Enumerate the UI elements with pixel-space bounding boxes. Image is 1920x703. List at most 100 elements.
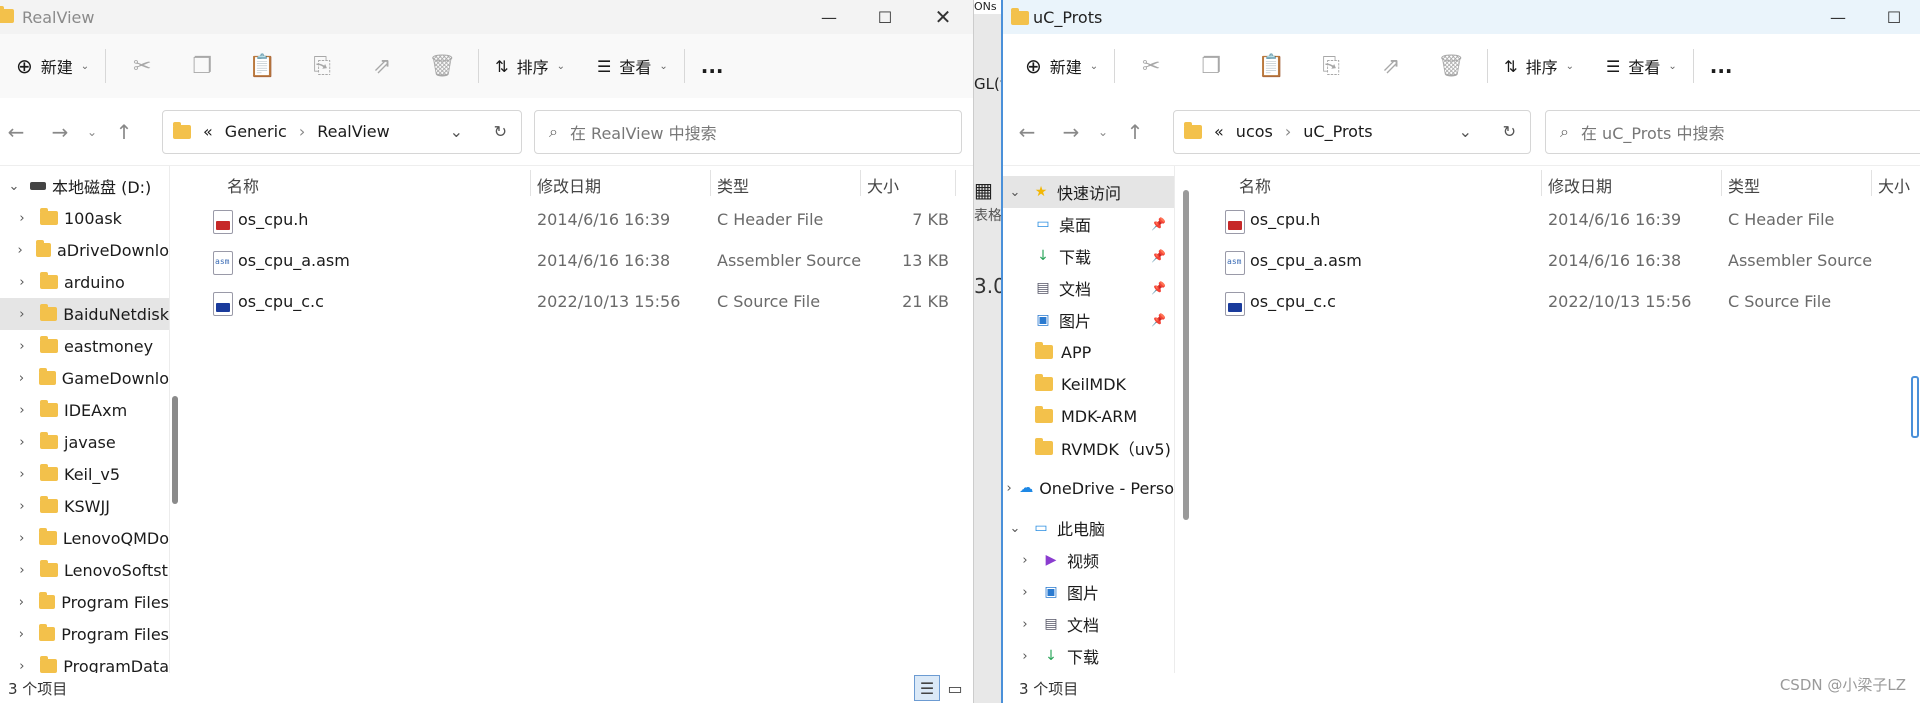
- chevron-right-icon[interactable]: ›: [12, 243, 28, 258]
- nav-tree-item[interactable]: › ▶ 视频: [1003, 544, 1174, 576]
- chevron-right-icon[interactable]: ›: [1015, 649, 1035, 664]
- maximize-button[interactable]: ☐: [856, 0, 914, 34]
- recent-chevron-icon[interactable]: ⌄: [82, 112, 102, 152]
- column-date[interactable]: 修改日期: [1548, 173, 1612, 197]
- pin-icon[interactable]: 📌: [1151, 217, 1166, 231]
- chevron-right-icon[interactable]: ›: [12, 403, 32, 418]
- column-date[interactable]: 修改日期: [537, 173, 601, 197]
- breadcrumb-item[interactable]: ucos: [1236, 122, 1273, 141]
- paste-icon[interactable]: 📋: [232, 46, 292, 86]
- view-button[interactable]: ☰ 查看 ⌄: [1596, 46, 1687, 86]
- nav-tree-item[interactable]: › ↓ 下载: [1003, 640, 1174, 672]
- nav-tree-item[interactable]: ⌄ 本地磁盘 (D:): [0, 170, 169, 202]
- new-button[interactable]: ⊕ 新建 ⌄: [1015, 46, 1108, 86]
- nav-tree-item[interactable]: ↓ 下载 📌: [1003, 240, 1174, 272]
- chevron-right-icon[interactable]: ›: [1015, 585, 1035, 600]
- chevron-right-icon[interactable]: ›: [12, 307, 32, 322]
- chevron-right-icon[interactable]: ›: [12, 531, 31, 546]
- minimize-button[interactable]: —: [1809, 0, 1867, 34]
- view-button[interactable]: ☰ 查看 ⌄: [587, 46, 678, 86]
- scrollbar-thumb[interactable]: [172, 396, 178, 504]
- column-name[interactable]: 名称: [1239, 173, 1271, 197]
- breadcrumb-item[interactable]: RealView: [317, 122, 389, 141]
- file-row[interactable]: os_cpu_c.c 2022/10/13 15:56 C Source File: [1197, 282, 1920, 323]
- chevron-right-icon[interactable]: ›: [12, 371, 31, 386]
- nav-tree-item[interactable]: › 100ask: [0, 202, 169, 234]
- rename-icon[interactable]: ⎘: [1301, 46, 1361, 86]
- delete-icon[interactable]: 🗑: [412, 46, 472, 86]
- nav-tree-item[interactable]: KeilMDK: [1003, 368, 1174, 400]
- close-button[interactable]: ✕: [914, 0, 972, 34]
- nav-tree-item[interactable]: MDK-ARM: [1003, 400, 1174, 432]
- chevron-right-icon[interactable]: ›: [1015, 553, 1035, 568]
- column-size[interactable]: 大小: [867, 173, 899, 197]
- breadcrumb-item[interactable]: uC_Prots: [1303, 122, 1372, 141]
- nav-tree-item[interactable]: ▣ 图片 📌: [1003, 304, 1174, 336]
- pin-icon[interactable]: 📌: [1151, 313, 1166, 327]
- nav-tree-item[interactable]: › Program Files: [0, 618, 169, 650]
- file-row[interactable]: os_cpu_c.c 2022/10/13 15:56 C Source File 2…: [180, 282, 973, 323]
- copy-icon[interactable]: ❐: [172, 46, 232, 86]
- nav-tree-item[interactable]: › Keil_v5: [0, 458, 169, 490]
- nav-tree-item[interactable]: › arduino: [0, 266, 169, 298]
- paste-icon[interactable]: 📋: [1241, 46, 1301, 86]
- sort-button[interactable]: ⇅ 排序 ⌄: [1494, 46, 1584, 86]
- chevron-down-icon[interactable]: ⌄: [1005, 521, 1025, 536]
- search-input[interactable]: ⌕ 在 RealView 中搜索: [534, 109, 962, 154]
- nav-tree-item[interactable]: › ☁ OneDrive - Perso: [1003, 472, 1174, 504]
- address-bar[interactable]: « ucos › uC_Prots ⌄ ↻: [1173, 109, 1531, 154]
- column-type[interactable]: 类型: [1728, 173, 1760, 197]
- nav-tree-item[interactable]: › ▣ 图片: [1003, 576, 1174, 608]
- cut-icon[interactable]: ✂: [1121, 46, 1181, 86]
- tiles-view-icon[interactable]: ▭: [942, 675, 968, 701]
- nav-tree-item[interactable]: › BaiduNetdisk: [0, 298, 169, 330]
- nav-tree-item[interactable]: › LenovoQMDo: [0, 522, 169, 554]
- back-arrow-icon[interactable]: ←: [1005, 112, 1049, 152]
- nav-tree-item[interactable]: ▭ 桌面 📌: [1003, 208, 1174, 240]
- breadcrumb-item[interactable]: Generic: [225, 122, 287, 141]
- forward-arrow-icon[interactable]: →: [38, 112, 82, 152]
- chevron-right-icon[interactable]: ›: [12, 339, 32, 354]
- cut-icon[interactable]: ✂: [112, 46, 172, 86]
- column-name[interactable]: 名称: [227, 173, 259, 197]
- up-arrow-icon[interactable]: ↑: [102, 112, 146, 152]
- chevron-right-icon[interactable]: ›: [12, 467, 32, 482]
- nav-tree-item[interactable]: › Program Files: [0, 586, 169, 618]
- breadcrumb-overflow[interactable]: «: [203, 122, 213, 141]
- file-row[interactable]: asm os_cpu_a.asm 2014/6/16 16:38 Assembler …: [180, 241, 973, 282]
- nav-tree-item[interactable]: APP: [1003, 336, 1174, 368]
- chevron-down-icon[interactable]: ⌄: [4, 179, 24, 194]
- details-view-icon[interactable]: ☰: [914, 675, 940, 701]
- file-row[interactable]: os_cpu.h 2014/6/16 16:39 C Header File: [1197, 200, 1920, 241]
- share-icon[interactable]: ⇗: [1361, 46, 1421, 86]
- pin-icon[interactable]: 📌: [1151, 249, 1166, 263]
- column-type[interactable]: 类型: [717, 173, 749, 197]
- more-button[interactable]: ...: [691, 46, 734, 86]
- maximize-button[interactable]: ☐: [1865, 0, 1920, 34]
- column-size[interactable]: 大小: [1878, 173, 1910, 197]
- sort-button[interactable]: ⇅ 排序 ⌄: [485, 46, 575, 86]
- chevron-right-icon[interactable]: ›: [1005, 481, 1013, 496]
- nav-tree-item[interactable]: › javase: [0, 426, 169, 458]
- nav-tree-item[interactable]: › ProgramData: [0, 650, 169, 673]
- new-button[interactable]: ⊕ 新建 ⌄: [6, 46, 99, 86]
- chevron-right-icon[interactable]: ›: [12, 275, 32, 290]
- chevron-down-icon[interactable]: ⌄: [1459, 122, 1472, 141]
- nav-tree-item[interactable]: ⌄ ▭ 此电脑: [1003, 512, 1174, 544]
- recent-chevron-icon[interactable]: ⌄: [1093, 112, 1113, 152]
- nav-tree-item[interactable]: ⌄ ★ 快速访问: [1003, 176, 1174, 208]
- nav-tree-item[interactable]: › ▤ 文档: [1003, 608, 1174, 640]
- refresh-icon[interactable]: ↻: [1503, 122, 1516, 141]
- up-arrow-icon[interactable]: ↑: [1113, 112, 1157, 152]
- delete-icon[interactable]: 🗑: [1421, 46, 1481, 86]
- copy-icon[interactable]: ❐: [1181, 46, 1241, 86]
- chevron-right-icon[interactable]: ›: [12, 563, 32, 578]
- back-arrow-icon[interactable]: ←: [0, 112, 38, 152]
- search-input[interactable]: ⌕ 在 uC_Prots 中搜索: [1545, 109, 1920, 154]
- nav-tree-item[interactable]: › eastmoney: [0, 330, 169, 362]
- chevron-right-icon[interactable]: ›: [12, 211, 32, 226]
- forward-arrow-icon[interactable]: →: [1049, 112, 1093, 152]
- rename-icon[interactable]: ⎘: [292, 46, 352, 86]
- chevron-right-icon[interactable]: ›: [12, 659, 32, 674]
- pin-icon[interactable]: 📌: [1151, 281, 1166, 295]
